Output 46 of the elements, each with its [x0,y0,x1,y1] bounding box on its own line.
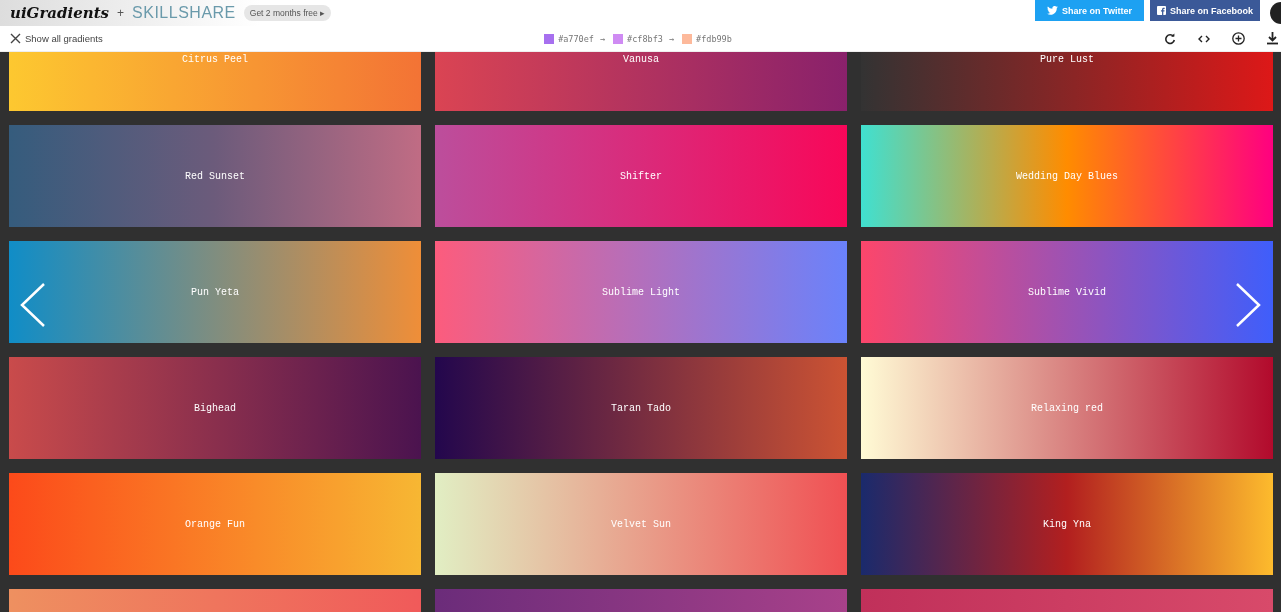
gradient-card[interactable]: Pure Lust [861,52,1273,111]
gradient-card[interactable]: Orange Fun [9,473,421,575]
gradient-name: Velvet Sun [611,518,671,530]
hex-code[interactable]: #cf8bf3 [627,33,663,44]
add-icon[interactable] [1232,32,1245,45]
facebook-f-icon [1157,6,1166,15]
gradient-name: Pure Lust [1040,54,1094,65]
gradient-name: Citrus Peel [182,54,248,65]
gradient-name: Bighead [194,402,236,414]
gradient-name: Relaxing red [1031,402,1103,414]
arrow-text: → [668,33,675,44]
facebook-share-button[interactable]: Share on Facebook [1150,0,1260,21]
gradient-name: Sublime Vivid [1028,286,1106,298]
gradient-name: Orange Fun [185,518,245,530]
gradient-card[interactable]: King Yna [861,473,1273,575]
hex-code[interactable]: #fdb99b [696,33,732,44]
gradient-name: Wedding Day Blues [1016,170,1118,182]
gradient-name: Pun Yeta [191,286,239,298]
gradient-card[interactable]: Vanusa [435,52,847,111]
gradient-card[interactable]: Sublime Light [435,241,847,343]
partner-logo[interactable]: SKILLSHARE [132,4,236,22]
gradient-name: Sublime Light [602,286,680,298]
gradient-card[interactable]: Bighead [9,357,421,459]
show-all-gradients-button[interactable]: Show all gradients [0,32,200,45]
gradient-card[interactable]: Red Sunset [9,125,421,227]
code-icon[interactable] [1198,34,1210,43]
gradient-name: King Yna [1043,518,1091,530]
close-icon [10,33,21,44]
gradient-card[interactable]: Relaxing red [861,357,1273,459]
gradient-card[interactable]: Sublime Vivid [861,241,1273,343]
gradient-name: Taran Tado [611,402,671,414]
gradient-card[interactable]: Pun Yeta [9,241,421,343]
gradient-card[interactable]: Taran Tado [435,357,847,459]
download-icon[interactable] [1267,32,1278,45]
twitter-share-button[interactable]: Share on Twitter [1035,0,1144,21]
logo[interactable]: uiGradients [10,4,110,22]
promo-button[interactable]: Get 2 months free ▸ [243,5,332,21]
hex-code[interactable]: #a770ef [558,33,594,44]
plus-sign: + [117,6,125,20]
rotate-icon[interactable] [1164,32,1176,45]
bird-icon [1047,6,1059,15]
gradient-name: Vanusa [623,54,659,65]
arrow-text: → [599,33,606,44]
gradient-card[interactable]: Shifter [435,125,847,227]
gradient-name: Shifter [620,170,662,182]
gradient-name: Red Sunset [185,170,245,182]
